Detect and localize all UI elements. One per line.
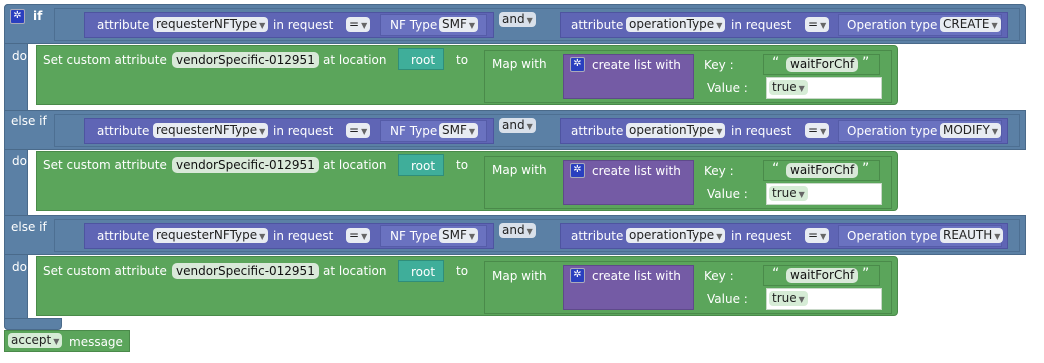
if-label: if — [33, 9, 43, 23]
gear-icon[interactable]: ✲ — [570, 268, 585, 283]
attribute-dropdown[interactable]: requesterNFType ▼ — [153, 123, 269, 138]
key-label: Key : — [704, 58, 734, 72]
attribute-name-field[interactable]: vendorSpecific-012951 — [172, 263, 319, 279]
value-label: Value : — [707, 187, 748, 201]
equals-dropdown[interactable]: = ▼ — [346, 228, 371, 243]
nf-type-dropdown[interactable]: SMF ▼ — [439, 17, 479, 32]
set-custom-attribute-label: Set custom attribute — [43, 53, 167, 67]
operation-type-label: Operation type — [847, 18, 938, 32]
equals-dropdown[interactable]: = ▼ — [805, 228, 830, 243]
attribute-label: attribute — [571, 229, 624, 243]
and-dropdown[interactable]: and ▼ — [499, 118, 536, 133]
value-dropdown[interactable]: true ▼ — [769, 186, 808, 201]
nf-type-label: NF Type — [390, 229, 438, 243]
if-block-footer — [4, 318, 62, 330]
nf-type-label: NF Type — [390, 124, 438, 138]
and-dropdown[interactable]: and ▼ — [499, 12, 536, 27]
nf-type-dropdown[interactable]: SMF ▼ — [439, 228, 479, 243]
map-with-label: Map with — [492, 163, 547, 177]
attribute-dropdown[interactable]: requesterNFType ▼ — [153, 17, 269, 32]
do-label: do — [12, 49, 27, 63]
decision-dropdown[interactable]: accept ▼ — [8, 333, 63, 348]
attribute-label: attribute — [97, 18, 150, 32]
attribute-label: attribute — [97, 124, 150, 138]
and-dropdown[interactable]: and ▼ — [499, 223, 536, 238]
equals-dropdown[interactable]: = ▼ — [805, 17, 830, 32]
attribute-dropdown[interactable]: operationType ▼ — [626, 228, 726, 243]
message-label: message — [69, 335, 123, 349]
key-label: Key : — [704, 164, 734, 178]
at-location-label: at location — [323, 158, 387, 172]
attribute-name-field[interactable]: vendorSpecific-012951 — [172, 52, 319, 68]
in-request-label: in request — [731, 124, 792, 138]
create-list-label: create list with — [592, 269, 681, 283]
key-label: Key : — [704, 269, 734, 283]
quote-close: ” — [862, 266, 870, 282]
map-with-label: Map with — [492, 57, 547, 71]
in-request-label: in request — [731, 229, 792, 243]
attribute-label: attribute — [571, 18, 624, 32]
create-list-label: create list with — [592, 164, 681, 178]
operation-type-label: Operation type — [847, 124, 938, 138]
attribute-dropdown[interactable]: operationType ▼ — [626, 123, 726, 138]
do-label: do — [12, 154, 27, 168]
else-if-label: else if — [11, 220, 47, 234]
value-label: Value : — [707, 292, 748, 306]
to-label: to — [456, 158, 469, 172]
set-custom-attribute-label: Set custom attribute — [43, 158, 167, 172]
key-field[interactable]: waitForChf — [786, 163, 859, 178]
operation-type-label: Operation type — [847, 229, 938, 243]
attribute-label: attribute — [571, 124, 624, 138]
key-field[interactable]: waitForChf — [786, 57, 859, 72]
at-location-label: at location — [323, 53, 387, 67]
location-value: root — [411, 53, 436, 67]
attribute-label: attribute — [97, 229, 150, 243]
nf-type-label: NF Type — [390, 18, 438, 32]
operation-type-dropdown[interactable]: MODIFY ▼ — [940, 123, 1001, 138]
gear-icon[interactable]: ✲ — [570, 57, 585, 72]
quote-open: “ — [772, 55, 780, 71]
gear-icon[interactable]: ✲ — [570, 163, 585, 178]
location-value: root — [411, 265, 436, 279]
create-list-label: create list with — [592, 58, 681, 72]
quote-open: “ — [772, 161, 780, 177]
location-value: root — [411, 159, 436, 173]
to-label: to — [456, 264, 469, 278]
in-request-label: in request — [273, 229, 334, 243]
in-request-label: in request — [731, 18, 792, 32]
value-dropdown[interactable]: true ▼ — [769, 80, 808, 95]
value-label: Value : — [707, 81, 748, 95]
attribute-name-field[interactable]: vendorSpecific-012951 — [172, 157, 319, 173]
to-label: to — [456, 53, 469, 67]
nf-type-dropdown[interactable]: SMF ▼ — [439, 123, 479, 138]
quote-close: ” — [862, 55, 870, 71]
else-if-label: else if — [11, 114, 47, 128]
equals-dropdown[interactable]: = ▼ — [346, 123, 371, 138]
in-request-label: in request — [273, 18, 334, 32]
set-custom-attribute-label: Set custom attribute — [43, 264, 167, 278]
operation-type-dropdown[interactable]: REAUTH ▼ — [940, 228, 1004, 243]
map-with-label: Map with — [492, 269, 547, 283]
equals-dropdown[interactable]: = ▼ — [805, 123, 830, 138]
attribute-dropdown[interactable]: operationType ▼ — [626, 17, 726, 32]
do-label: do — [12, 260, 27, 274]
key-field[interactable]: waitForChf — [786, 268, 859, 283]
at-location-label: at location — [323, 264, 387, 278]
value-dropdown[interactable]: true ▼ — [769, 291, 808, 306]
operation-type-dropdown[interactable]: CREATE ▼ — [940, 17, 1001, 32]
attribute-dropdown[interactable]: requesterNFType ▼ — [153, 228, 269, 243]
in-request-label: in request — [273, 124, 334, 138]
quote-open: “ — [772, 266, 780, 282]
gear-icon[interactable]: ✲ — [10, 9, 25, 24]
quote-close: ” — [862, 161, 870, 177]
equals-dropdown[interactable]: = ▼ — [346, 17, 371, 32]
